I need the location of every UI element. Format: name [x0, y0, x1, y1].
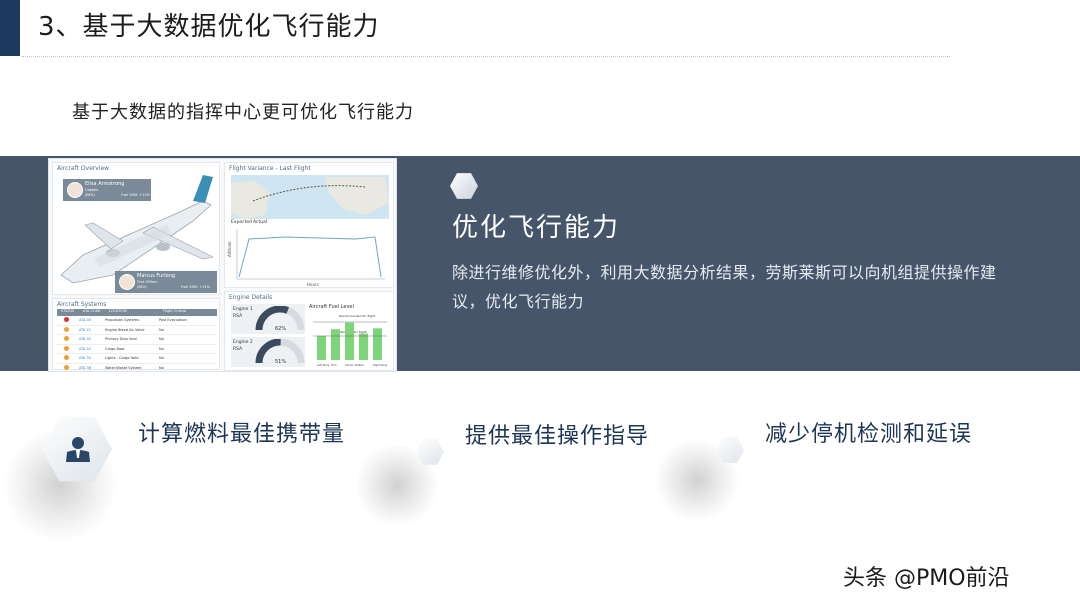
band-heading: 优化飞行能力 [452, 213, 621, 243]
flight-map: Expected Actual Hours Altitude [227, 175, 389, 287]
engine-1-model: RSA [233, 314, 243, 319]
captain-fuel: Fuel VSM: +11% [121, 193, 150, 197]
table-row: ATA 32 Primary Door Seal No [57, 335, 217, 345]
ata-code: ATA 32 [79, 337, 91, 342]
engine-details-title: Engine Details [229, 294, 273, 301]
flight-variance-legend-expected: Expected [231, 219, 252, 225]
table-row: ATA 38 Water/Waste System No [57, 364, 217, 372]
status-dot [57, 336, 79, 342]
engine-1-value: 62% [275, 326, 286, 332]
status-dot [57, 355, 79, 361]
table-row: ATA 33 Lights - Cargo Hold No [57, 354, 217, 364]
slide-title: 3、基于大数据优化飞行能力 [38, 12, 380, 42]
ata-code: ATA 52 [79, 346, 91, 351]
engine-2-gauge: 51% [255, 339, 305, 365]
fuel-bar [317, 335, 326, 360]
aircraft-systems-panel: Aircraft Systems STATUS ATA CODE LOCATIO… [52, 298, 220, 370]
captain-card: Elisa Armstrong Captain (BEX) Fuel VSM: … [63, 179, 151, 201]
flight-critical: No [159, 327, 164, 332]
fuel-bar-label: Aux [359, 363, 364, 367]
flight-critical: No [159, 346, 164, 351]
dashboard-screenshot: Aircraft Overview Elisa Armstrong Captai… [48, 158, 397, 372]
captain-id: (BEX) [85, 193, 95, 197]
header-ata-code: ATA CODE [83, 309, 101, 313]
status-indicator-icon [64, 355, 69, 361]
status-dot [57, 317, 79, 323]
fuel-bar [331, 329, 340, 360]
ata-code: ATA 33 [79, 356, 91, 361]
engine-2-model: RSA [233, 347, 243, 352]
first-officer-avatar [119, 274, 135, 290]
aircraft-systems-header: STATUS ATA CODE LOCATION Flight Critical [57, 309, 217, 316]
flight-variance-y-label: Altitude [227, 241, 232, 257]
title-accent-bar [0, 0, 20, 56]
feature-2-label: 提供最佳操作指导 [465, 424, 650, 449]
feature-3-label: 减少停机检测和延误 [765, 422, 973, 447]
engine-1-card: Engine 1 RSA 62% [231, 304, 305, 334]
location: Propulsion Systems [105, 318, 140, 323]
flight-variance-panel: Flight Variance - Last Flight Expected A… [224, 162, 394, 288]
flight-critical: No [159, 337, 164, 342]
engine-2-value: 51% [275, 359, 286, 365]
header-location: LOCATION [109, 309, 127, 313]
flight-critical: No [159, 356, 164, 361]
flight-critical: No [159, 365, 164, 370]
flight-critical: Post Evacuation [159, 318, 187, 323]
captain-avatar [67, 182, 83, 198]
watermark: 头条 @PMO前沿 [843, 566, 1010, 591]
location: Lights - Cargo Hold [105, 356, 139, 361]
table-row: ATA 52 Cargo Door No [57, 345, 217, 354]
slide-subtitle: 基于大数据的指挥中心更可优化飞行能力 [72, 102, 414, 123]
aircraft-overview-panel: Aircraft Overview Elisa Armstrong Captai… [52, 162, 220, 295]
captain-name: Elisa Armstrong [85, 181, 125, 187]
fuel-bar-label: Left Wing [317, 363, 330, 367]
aircraft-systems-table: STATUS ATA CODE LOCATION Flight Critical… [57, 309, 217, 372]
fuel-bar-chart: Left Wing Trim Center TankAux Right Wing [313, 321, 388, 367]
status-dot [57, 345, 79, 352]
status-indicator-icon [64, 317, 69, 323]
ata-code: ATA 38 [79, 365, 91, 370]
header-flight-critical: Flight Critical [163, 309, 187, 313]
fuel-bar [359, 333, 368, 360]
ata-code: ATA 00 [79, 318, 91, 323]
flight-variance-legend-actual: Actual [253, 219, 267, 225]
person-icon [66, 437, 90, 462]
first-officer-card: Marcus Furlong First Officer (BEX) Fuel … [115, 271, 217, 293]
fuel-level-panel: Aircraft Fuel Level Recommended for flig… [309, 304, 389, 368]
title-divider [22, 56, 950, 57]
location: Water/Waste System [105, 365, 142, 370]
ata-code: ATA 21 [79, 327, 91, 332]
first-officer-name: Marcus Furlong [137, 273, 176, 279]
first-officer-fuel: Fuel VSM: +11% [181, 285, 210, 289]
location: Engine Bleed Air Valve [105, 327, 145, 332]
fuel-bar-label: Right Wing [373, 363, 388, 367]
band-description: 除进行维修优化外，利用大数据分析结果，劳斯莱斯可以向机组提供操作建议，优化飞行能… [452, 263, 997, 311]
status-indicator-icon [64, 345, 69, 351]
fuel-bar-label: Trim [331, 363, 337, 367]
status-dot [57, 364, 79, 371]
status-indicator-icon [64, 326, 69, 332]
aircraft-systems-title: Aircraft Systems [57, 301, 107, 308]
location: Primary Door Seal [105, 337, 137, 342]
status-dot [57, 326, 79, 333]
fuel-bar [345, 322, 354, 360]
engine-2-card: Engine 2 RSA 51% [231, 337, 305, 367]
first-officer-role: First Officer [137, 280, 158, 284]
table-row: ATA 21 Engine Bleed Air Valve No [57, 326, 217, 335]
engine-1-gauge: 62% [255, 306, 305, 332]
flight-variance-x-label: Hours [307, 282, 319, 287]
header-status: STATUS [61, 309, 75, 313]
first-officer-id: (BEX) [137, 285, 147, 289]
status-indicator-icon [64, 364, 69, 370]
status-indicator-icon [64, 336, 69, 342]
table-row: ATA 00 Propulsion Systems Post Evacuation [57, 316, 217, 326]
feature-1-label: 计算燃料最佳携带量 [138, 422, 346, 447]
engine-2-label: Engine 2 [233, 340, 253, 345]
fuel-bar [373, 328, 382, 360]
location: Cargo Door [105, 346, 125, 351]
engine-1-label: Engine 1 [233, 307, 253, 312]
captain-role: Captain [85, 188, 99, 192]
engine-details-panel: Engine Details Engine 1 RSA 62% Engine 2… [224, 291, 394, 371]
